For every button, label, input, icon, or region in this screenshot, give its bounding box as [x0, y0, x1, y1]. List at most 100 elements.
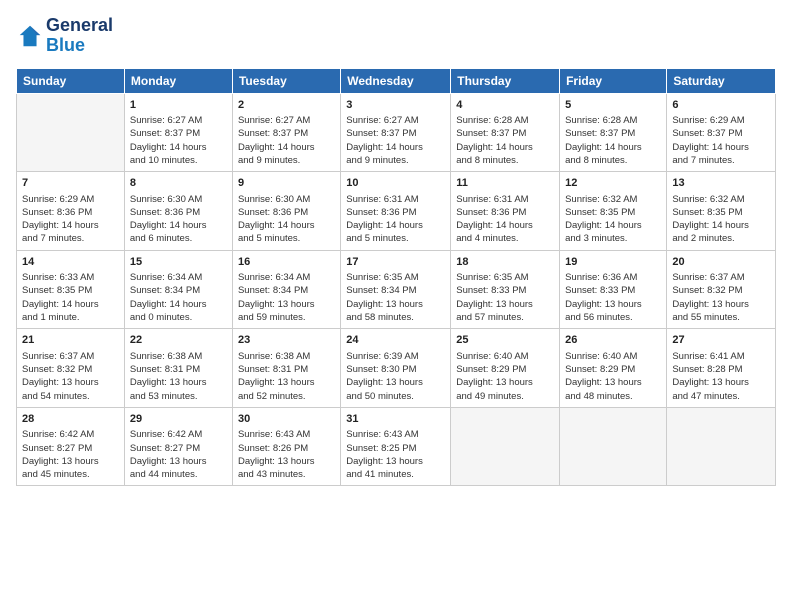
day-info: Sunrise: 6:32 AM Sunset: 8:35 PM Dayligh…: [672, 193, 770, 246]
calendar-cell: [17, 93, 125, 172]
calendar-cell: 16Sunrise: 6:34 AM Sunset: 8:34 PM Dayli…: [232, 250, 340, 329]
calendar-cell: 2Sunrise: 6:27 AM Sunset: 8:37 PM Daylig…: [232, 93, 340, 172]
day-number: 17: [346, 255, 445, 270]
day-number: 21: [22, 333, 119, 348]
calendar-cell: 29Sunrise: 6:42 AM Sunset: 8:27 PM Dayli…: [124, 407, 232, 486]
weekday-header: Thursday: [451, 68, 560, 93]
day-info: Sunrise: 6:43 AM Sunset: 8:25 PM Dayligh…: [346, 428, 445, 481]
day-info: Sunrise: 6:28 AM Sunset: 8:37 PM Dayligh…: [565, 114, 661, 167]
weekday-header: Monday: [124, 68, 232, 93]
day-info: Sunrise: 6:30 AM Sunset: 8:36 PM Dayligh…: [130, 193, 227, 246]
day-number: 14: [22, 255, 119, 270]
day-number: 13: [672, 176, 770, 191]
day-number: 8: [130, 176, 227, 191]
calendar-cell: 28Sunrise: 6:42 AM Sunset: 8:27 PM Dayli…: [17, 407, 125, 486]
day-info: Sunrise: 6:33 AM Sunset: 8:35 PM Dayligh…: [22, 271, 119, 324]
day-info: Sunrise: 6:34 AM Sunset: 8:34 PM Dayligh…: [238, 271, 335, 324]
day-number: 2: [238, 98, 335, 113]
weekday-header: Saturday: [667, 68, 776, 93]
day-number: 20: [672, 255, 770, 270]
calendar-cell: 1Sunrise: 6:27 AM Sunset: 8:37 PM Daylig…: [124, 93, 232, 172]
day-number: 19: [565, 255, 661, 270]
calendar-cell: 30Sunrise: 6:43 AM Sunset: 8:26 PM Dayli…: [232, 407, 340, 486]
day-info: Sunrise: 6:29 AM Sunset: 8:37 PM Dayligh…: [672, 114, 770, 167]
calendar-week-row: 7 Sunrise: 6:29 AM Sunset: 8:36 PM Daylig…: [17, 172, 776, 251]
calendar-week-row: 21Sunrise: 6:37 AM Sunset: 8:32 PM Dayli…: [17, 329, 776, 408]
calendar-cell: 15Sunrise: 6:34 AM Sunset: 8:34 PM Dayli…: [124, 250, 232, 329]
calendar-week-row: 28Sunrise: 6:42 AM Sunset: 8:27 PM Dayli…: [17, 407, 776, 486]
day-number: 15: [130, 255, 227, 270]
day-info: Sunrise: 6:43 AM Sunset: 8:26 PM Dayligh…: [238, 428, 335, 481]
calendar-cell: 11Sunrise: 6:31 AM Sunset: 8:36 PM Dayli…: [451, 172, 560, 251]
day-info: Sunrise: 6:27 AM Sunset: 8:37 PM Dayligh…: [346, 114, 445, 167]
day-number: 16: [238, 255, 335, 270]
calendar-cell: 13 Sunrise: 6:32 AM Sunset: 8:35 PM Dayli…: [667, 172, 776, 251]
day-info: Sunrise: 6:31 AM Sunset: 8:36 PM Dayligh…: [346, 193, 445, 246]
calendar-cell: 6Sunrise: 6:29 AM Sunset: 8:37 PM Daylig…: [667, 93, 776, 172]
day-number: 23: [238, 333, 335, 348]
day-info: Sunrise: 6:30 AM Sunset: 8:36 PM Dayligh…: [238, 193, 335, 246]
day-info: Sunrise: 6:40 AM Sunset: 8:29 PM Dayligh…: [565, 350, 661, 403]
day-number: 26: [565, 333, 661, 348]
calendar-cell: [451, 407, 560, 486]
calendar-cell: 4Sunrise: 6:28 AM Sunset: 8:37 PM Daylig…: [451, 93, 560, 172]
day-info: Sunrise: 6:28 AM Sunset: 8:37 PM Dayligh…: [456, 114, 554, 167]
calendar-cell: 26 Sunrise: 6:40 AM Sunset: 8:29 PM Dayli…: [560, 329, 667, 408]
calendar-cell: 5Sunrise: 6:28 AM Sunset: 8:37 PM Daylig…: [560, 93, 667, 172]
calendar-cell: 3Sunrise: 6:27 AM Sunset: 8:37 PM Daylig…: [341, 93, 451, 172]
day-number: 24: [346, 333, 445, 348]
calendar-cell: 12 Sunrise: 6:32 AM Sunset: 8:35 PM Dayli…: [560, 172, 667, 251]
weekday-header: Wednesday: [341, 68, 451, 93]
day-number: 30: [238, 412, 335, 427]
logo: General Blue: [16, 16, 113, 56]
day-info: Sunrise: 6:34 AM Sunset: 8:34 PM Dayligh…: [130, 271, 227, 324]
calendar-cell: 19Sunrise: 6:36 AM Sunset: 8:33 PM Dayli…: [560, 250, 667, 329]
logo-icon: [16, 22, 44, 50]
weekday-header: Tuesday: [232, 68, 340, 93]
calendar-cell: 18Sunrise: 6:35 AM Sunset: 8:33 PM Dayli…: [451, 250, 560, 329]
calendar-cell: 10 Sunrise: 6:31 AM Sunset: 8:36 PM Dayli…: [341, 172, 451, 251]
calendar-header-row: SundayMondayTuesdayWednesdayThursdayFrid…: [17, 68, 776, 93]
day-number: 18: [456, 255, 554, 270]
header: General Blue: [16, 16, 776, 56]
day-number: 27: [672, 333, 770, 348]
calendar-table: SundayMondayTuesdayWednesdayThursdayFrid…: [16, 68, 776, 487]
day-number: 12: [565, 176, 661, 191]
day-info: Sunrise: 6:42 AM Sunset: 8:27 PM Dayligh…: [22, 428, 119, 481]
calendar-cell: 31Sunrise: 6:43 AM Sunset: 8:25 PM Dayli…: [341, 407, 451, 486]
day-info: Sunrise: 6:42 AM Sunset: 8:27 PM Dayligh…: [130, 428, 227, 481]
day-number: 9: [238, 176, 335, 191]
day-number: 5: [565, 98, 661, 113]
day-number: 6: [672, 98, 770, 113]
calendar-cell: 20Sunrise: 6:37 AM Sunset: 8:32 PM Dayli…: [667, 250, 776, 329]
calendar-cell: 14Sunrise: 6:33 AM Sunset: 8:35 PM Dayli…: [17, 250, 125, 329]
weekday-header: Sunday: [17, 68, 125, 93]
day-number: 28: [22, 412, 119, 427]
calendar-cell: 27 Sunrise: 6:41 AM Sunset: 8:28 PM Dayli…: [667, 329, 776, 408]
day-info: Sunrise: 6:27 AM Sunset: 8:37 PM Dayligh…: [130, 114, 227, 167]
calendar-cell: 24Sunrise: 6:39 AM Sunset: 8:30 PM Dayli…: [341, 329, 451, 408]
page: General Blue SundayMondayTuesdayWednesda…: [0, 0, 792, 612]
day-info: Sunrise: 6:41 AM Sunset: 8:28 PM Dayligh…: [672, 350, 770, 403]
day-number: 4: [456, 98, 554, 113]
logo-text: General Blue: [46, 16, 113, 56]
day-info: Sunrise: 6:31 AM Sunset: 8:36 PM Dayligh…: [456, 193, 554, 246]
day-info: Sunrise: 6:32 AM Sunset: 8:35 PM Dayligh…: [565, 193, 661, 246]
calendar-cell: 21Sunrise: 6:37 AM Sunset: 8:32 PM Dayli…: [17, 329, 125, 408]
day-info: Sunrise: 6:37 AM Sunset: 8:32 PM Dayligh…: [672, 271, 770, 324]
calendar-cell: 25Sunrise: 6:40 AM Sunset: 8:29 PM Dayli…: [451, 329, 560, 408]
day-info: Sunrise: 6:36 AM Sunset: 8:33 PM Dayligh…: [565, 271, 661, 324]
day-number: 31: [346, 412, 445, 427]
calendar-week-row: 1Sunrise: 6:27 AM Sunset: 8:37 PM Daylig…: [17, 93, 776, 172]
day-number: 10: [346, 176, 445, 191]
day-info: Sunrise: 6:29 AM Sunset: 8:36 PM Dayligh…: [22, 193, 119, 246]
calendar-cell: 22Sunrise: 6:38 AM Sunset: 8:31 PM Dayli…: [124, 329, 232, 408]
calendar-cell: [560, 407, 667, 486]
day-info: Sunrise: 6:40 AM Sunset: 8:29 PM Dayligh…: [456, 350, 554, 403]
day-number: 7: [22, 176, 119, 191]
calendar-cell: 8 Sunrise: 6:30 AM Sunset: 8:36 PM Daylig…: [124, 172, 232, 251]
calendar-cell: 9 Sunrise: 6:30 AM Sunset: 8:36 PM Daylig…: [232, 172, 340, 251]
day-info: Sunrise: 6:35 AM Sunset: 8:33 PM Dayligh…: [456, 271, 554, 324]
calendar-cell: 7 Sunrise: 6:29 AM Sunset: 8:36 PM Daylig…: [17, 172, 125, 251]
day-info: Sunrise: 6:38 AM Sunset: 8:31 PM Dayligh…: [130, 350, 227, 403]
